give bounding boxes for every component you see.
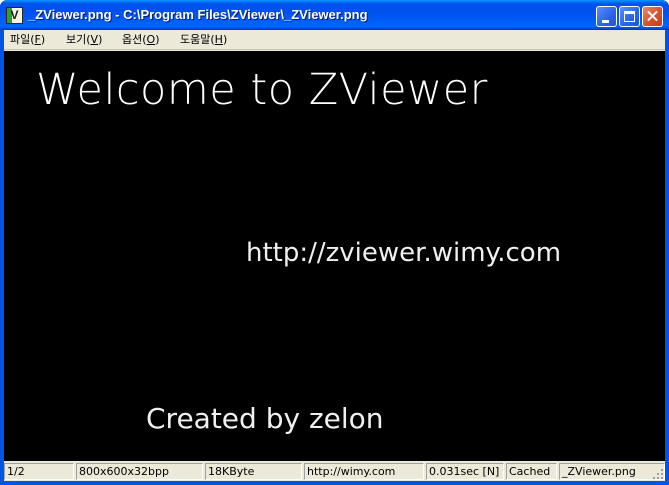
maximize-icon (624, 11, 635, 22)
status-site: http://wimy.com (304, 463, 424, 480)
menu-file-label: 파일( (10, 33, 35, 46)
menu-file-tail: ) (40, 33, 46, 46)
maximize-button[interactable] (619, 6, 640, 27)
menu-options-mnemonic: O (146, 33, 156, 46)
resize-grip-icon[interactable] (652, 468, 664, 480)
website-text: http://zviewer.wimy.com (246, 238, 562, 268)
client-area: 파일(F) 보기(V) 옵션(O) 도움말(H) Welcome to ZVie… (4, 30, 665, 481)
window-frame: 파일(F) 보기(V) 옵션(O) 도움말(H) Welcome to ZVie… (0, 30, 669, 485)
app-window: V _ZViewer.png - C:\Program Files\ZViewe… (0, 0, 669, 485)
status-dimensions: 800x600x32bpp (76, 463, 203, 480)
menu-bar: 파일(F) 보기(V) 옵션(O) 도움말(H) (4, 30, 665, 50)
status-bar: 1/2 800x600x32bpp 18KByte http://wimy.co… (4, 461, 665, 481)
title-bar[interactable]: V _ZViewer.png - C:\Program Files\ZViewe… (0, 0, 669, 30)
app-icon[interactable]: V (6, 7, 23, 24)
status-filename: _ZViewer.png (559, 463, 665, 480)
credit-text: Created by zelon (146, 402, 384, 435)
menu-help-tail: ) (222, 33, 228, 46)
menu-file[interactable]: 파일(F) (10, 32, 45, 48)
close-icon (643, 7, 662, 26)
minimize-button[interactable] (596, 6, 617, 27)
welcome-text: Welcome to ZViewer (36, 65, 488, 115)
window-title: _ZViewer.png - C:\Program Files\ZViewer\… (28, 7, 368, 22)
minimize-icon (602, 20, 609, 23)
menu-view-label: 보기( (66, 33, 91, 46)
menu-help-label: 도움말( (180, 33, 215, 46)
close-button[interactable] (642, 6, 663, 27)
menu-options-tail: ) (155, 33, 160, 46)
menu-view[interactable]: 보기(V) (66, 32, 102, 48)
app-icon-letter: V (10, 8, 19, 22)
menu-help[interactable]: 도움말(H) (180, 32, 227, 48)
image-view[interactable]: Welcome to ZViewer http://zviewer.wimy.c… (4, 51, 665, 461)
menu-view-mnemonic: V (90, 33, 99, 46)
status-index: 1/2 (4, 463, 74, 480)
status-timing: 0.031sec [N] (426, 463, 504, 480)
menu-view-tail: ) (98, 33, 103, 46)
status-cache: Cached (506, 463, 557, 480)
menu-options-label: 옵션( (122, 33, 147, 46)
menu-help-mnemonic: H (214, 33, 223, 46)
status-filesize: 18KByte (205, 463, 302, 480)
menu-options[interactable]: 옵션(O) (122, 32, 160, 48)
